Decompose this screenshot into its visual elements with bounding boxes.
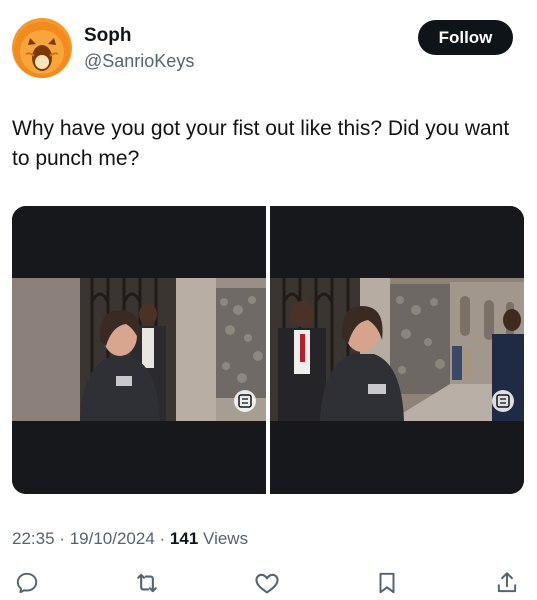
author-names: Soph @SanrioKeys [84, 24, 194, 73]
photo-1-image [12, 206, 266, 494]
like-icon [255, 573, 279, 594]
views-count[interactable]: 141 [170, 529, 198, 548]
views-label[interactable]: Views [203, 529, 248, 548]
share-icon [497, 572, 517, 593]
photo-2-image [270, 206, 524, 494]
display-name[interactable]: Soph [84, 24, 194, 48]
media-grid [12, 206, 524, 494]
reply-button[interactable] [10, 566, 44, 600]
tweet-text: Why have you got your fist out like this… [12, 117, 510, 170]
reply-icon [16, 572, 38, 594]
follow-button[interactable]: Follow [418, 20, 513, 55]
pumpkin-face-avatar-icon [12, 18, 72, 78]
handle[interactable]: @SanrioKeys [84, 49, 194, 73]
like-button[interactable] [250, 566, 284, 600]
meta-separator: · [59, 529, 65, 548]
tweet-time[interactable]: 22:35 [12, 529, 55, 548]
retweet-button[interactable] [130, 566, 164, 600]
photo-2[interactable] [270, 206, 524, 494]
image-options-icon[interactable] [234, 390, 256, 412]
tweet-meta: 22:35 · 19/10/2024 · 141 Views [12, 528, 248, 550]
bookmark-button[interactable] [370, 566, 404, 600]
action-bar [0, 566, 537, 600]
photo-1[interactable] [12, 206, 266, 494]
meta-separator: · [159, 529, 166, 548]
tweet-date[interactable]: 19/10/2024 [70, 529, 155, 548]
avatar[interactable] [12, 18, 72, 78]
image-options-icon[interactable] [492, 390, 514, 412]
tweet: Soph @SanrioKeys Follow Why have you got… [0, 0, 537, 600]
retweet-icon [137, 573, 157, 593]
share-button[interactable] [490, 566, 524, 600]
bookmark-icon [379, 572, 395, 594]
